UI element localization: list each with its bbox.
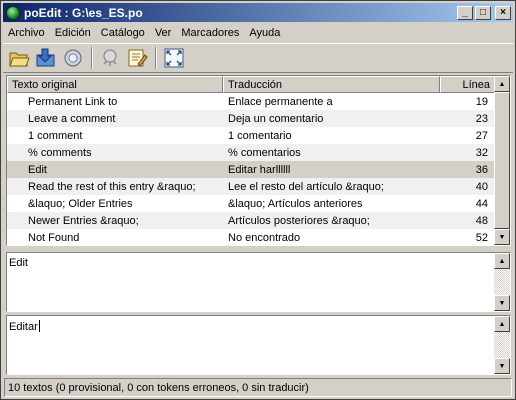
row-line-number: 36 — [475, 163, 488, 176]
translation-text: Editar — [9, 321, 38, 333]
scroll-up-button[interactable]: ▲ — [494, 316, 510, 332]
toolbar-separator — [91, 47, 93, 69]
scroll-up-button[interactable]: ▲ — [494, 76, 510, 92]
save-icon — [36, 48, 55, 67]
menu-catalogo[interactable]: Catálogo — [96, 27, 150, 39]
row-line-number: 48 — [475, 214, 488, 227]
strings-list[interactable]: Texto original Traducción Línea Permanen… — [6, 75, 511, 246]
fullscreen-button[interactable] — [161, 45, 187, 71]
source-text: Edit — [9, 257, 28, 269]
row-line-number: 40 — [475, 180, 488, 193]
source-text-pane[interactable]: Edit ▲ ▼ — [6, 252, 511, 312]
column-header-line[interactable]: Línea — [440, 76, 495, 93]
row-original-text: Edit — [28, 163, 47, 176]
list-vertical-scrollbar[interactable]: ▲ ▼ — [494, 76, 510, 245]
translation-text-field[interactable]: Editar — [9, 320, 40, 333]
row-line-number: 19 — [475, 95, 488, 108]
list-body: Permanent Link to Enlace permanente a 19 Le… — [7, 93, 495, 245]
row-translation-text: &laquo; Artículos anteriores — [228, 197, 363, 210]
list-row[interactable]: Not Found No encontrado 52 — [7, 229, 495, 245]
toolbar-separator — [155, 47, 157, 69]
validate-icon — [103, 49, 117, 66]
row-original-text: 1 comment — [28, 129, 83, 142]
row-translation-text: Editar harllllll — [228, 163, 291, 176]
title-bar[interactable]: poEdit : G:\es_ES.po _ □ × — [3, 3, 513, 22]
column-header-translation[interactable]: Traducción — [223, 76, 440, 93]
row-line-number: 23 — [475, 112, 488, 125]
source-pane-scrollbar[interactable]: ▲ ▼ — [494, 253, 510, 311]
menu-edicion[interactable]: Edición — [50, 27, 96, 39]
list-row[interactable]: Newer Entries &raquo; Artículos posterior… — [7, 212, 495, 229]
comment-button[interactable] — [124, 45, 150, 71]
update-catalog-icon — [64, 49, 82, 67]
translation-pane-scrollbar[interactable]: ▲ ▼ — [494, 316, 510, 374]
update-button[interactable] — [60, 45, 86, 71]
row-line-number: 44 — [475, 197, 488, 210]
row-translation-text: No encontrado — [228, 231, 301, 244]
scroll-down-button[interactable]: ▼ — [494, 295, 510, 311]
row-translation-text: Enlace permanente a — [228, 95, 333, 108]
row-translation-text: Lee el resto del artículo &raquo; — [228, 180, 384, 193]
fullscreen-icon — [164, 48, 184, 68]
list-row[interactable]: Permanent Link to Enlace permanente a 19 — [7, 93, 495, 110]
scroll-down-button[interactable]: ▼ — [494, 358, 510, 374]
status-bar: 10 textos (0 provisional, 0 con tokens e… — [4, 378, 512, 397]
poedit-globe-icon — [6, 5, 20, 20]
row-original-text: Read the rest of this entry &raquo; — [28, 180, 196, 193]
row-translation-text: % comentarios — [228, 146, 301, 159]
row-original-text: % comments — [28, 146, 92, 159]
app-window: poEdit : G:\es_ES.po _ □ × Archivo Edici… — [0, 0, 516, 400]
menu-bar: Archivo Edición Catálogo Ver Marcadores … — [3, 23, 513, 42]
row-original-text: Newer Entries &raquo; — [28, 214, 139, 227]
row-translation-text: Deja un comentario — [228, 112, 324, 125]
menu-ver[interactable]: Ver — [150, 27, 177, 39]
comment-icon — [128, 49, 148, 67]
close-button[interactable]: × — [495, 5, 511, 20]
scroll-up-button[interactable]: ▲ — [494, 253, 510, 269]
list-header: Texto original Traducción Línea — [7, 76, 495, 93]
row-original-text: Permanent Link to — [28, 95, 118, 108]
row-translation-text: 1 comentario — [228, 129, 292, 142]
menu-ayuda[interactable]: Ayuda — [244, 27, 285, 39]
list-row[interactable]: Leave a comment Deja un comentario 23 — [7, 110, 495, 127]
scroll-thumb[interactable] — [494, 92, 510, 229]
maximize-button[interactable]: □ — [475, 5, 491, 20]
validate-button[interactable] — [97, 45, 123, 71]
scroll-down-button[interactable]: ▼ — [494, 229, 510, 245]
list-row[interactable]: 1 comment 1 comentario 27 — [7, 127, 495, 144]
list-row[interactable]: Edit Editar harllllll 36 — [7, 161, 495, 178]
row-line-number: 27 — [475, 129, 488, 142]
row-original-text: &laquo; Older Entries — [28, 197, 133, 210]
menu-marcadores[interactable]: Marcadores — [176, 27, 244, 39]
list-row[interactable]: &laquo; Older Entries &laquo; Artículos a… — [7, 195, 495, 212]
row-translation-text: Artículos posteriores &raquo; — [228, 214, 370, 227]
menu-archivo[interactable]: Archivo — [3, 27, 50, 39]
column-header-original[interactable]: Texto original — [7, 76, 223, 93]
list-row[interactable]: Read the rest of this entry &raquo; Lee e… — [7, 178, 495, 195]
open-folder-icon — [9, 52, 30, 67]
open-button[interactable] — [6, 45, 32, 71]
toolbar — [3, 43, 513, 73]
translation-text-pane[interactable]: Editar ▲ ▼ — [6, 315, 511, 375]
text-caret — [38, 320, 40, 332]
list-row[interactable]: % comments % comentarios 32 — [7, 144, 495, 161]
row-line-number: 32 — [475, 146, 488, 159]
row-original-text: Not Found — [28, 231, 80, 244]
minimize-button[interactable]: _ — [457, 5, 473, 20]
save-button[interactable] — [33, 45, 59, 71]
row-line-number: 52 — [475, 231, 488, 244]
row-original-text: Leave a comment — [28, 112, 116, 125]
window-title: poEdit : G:\es_ES.po — [24, 5, 143, 20]
